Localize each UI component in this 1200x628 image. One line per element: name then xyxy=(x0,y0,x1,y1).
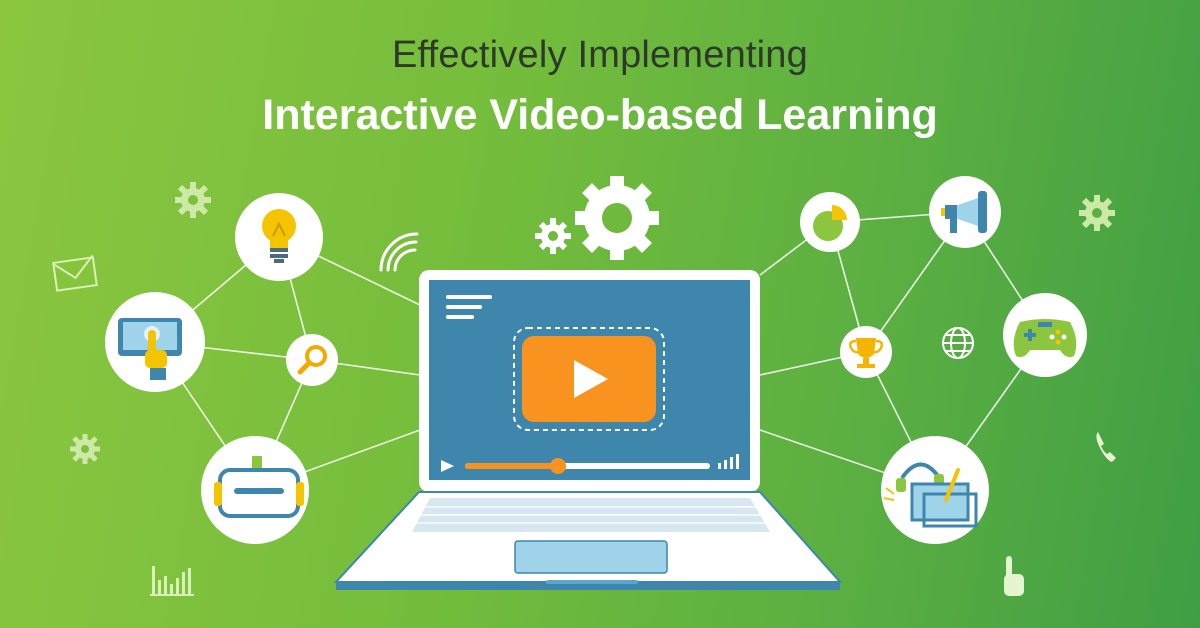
phone-icon xyxy=(1096,432,1116,462)
touch-screen-node xyxy=(105,292,205,392)
gear-icon xyxy=(70,434,100,464)
bar-chart-icon xyxy=(150,566,194,596)
progress-handle[interactable] xyxy=(550,458,567,474)
illustration xyxy=(52,176,1116,596)
laptop xyxy=(333,270,843,590)
trackpad[interactable] xyxy=(514,540,668,574)
gear-icon xyxy=(575,176,659,260)
progress-fill xyxy=(465,463,559,469)
vr-headset-node xyxy=(201,436,309,544)
trophy-node xyxy=(840,326,892,378)
gamepad-node xyxy=(1003,293,1087,377)
search-node xyxy=(286,334,338,386)
pie-chart-node xyxy=(800,192,860,252)
gear-icon xyxy=(175,182,211,218)
signal-icon xyxy=(379,232,419,272)
pointer-hand-icon xyxy=(1004,556,1024,596)
globe-icon xyxy=(942,327,974,359)
gear-icon xyxy=(1079,195,1115,231)
play-button[interactable] xyxy=(522,336,656,422)
lightbulb-node xyxy=(235,193,323,281)
megaphone-node xyxy=(929,176,1001,248)
mail-icon xyxy=(52,254,98,292)
drawing-tablet-node xyxy=(881,436,989,544)
gear-icon xyxy=(535,218,571,254)
